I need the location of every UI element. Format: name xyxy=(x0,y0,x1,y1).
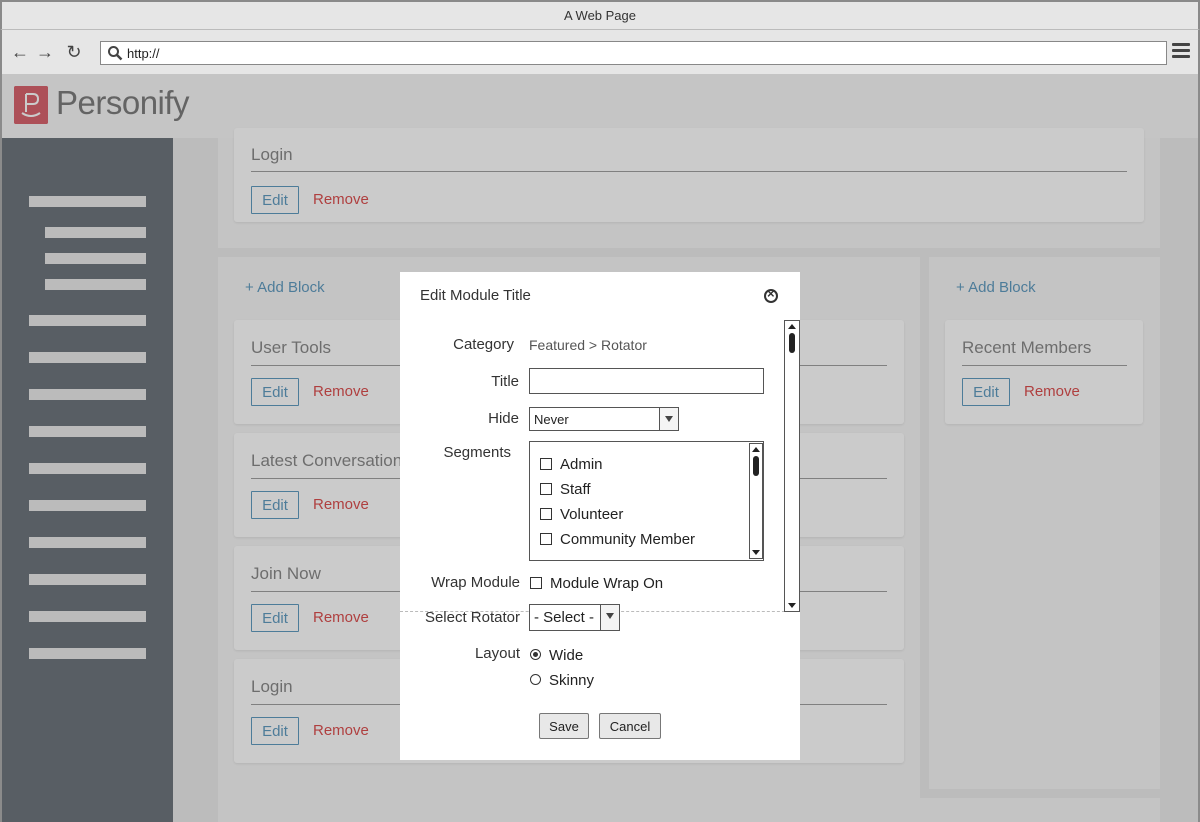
hamburger-menu-icon[interactable] xyxy=(1172,43,1190,61)
rotator-select-value: - Select - xyxy=(534,609,595,626)
browser-titlebar: A Web Page xyxy=(0,0,1200,30)
segment-option[interactable]: Admin xyxy=(540,456,603,473)
segments-scrollbar[interactable] xyxy=(749,443,763,559)
chevron-down-icon[interactable] xyxy=(600,605,619,630)
chevron-down-icon[interactable] xyxy=(659,408,678,430)
address-bar[interactable] xyxy=(100,41,1167,65)
dialog-title: Edit Module Title xyxy=(420,287,531,304)
radio-button[interactable] xyxy=(530,674,541,685)
dialog-scrollbar[interactable] xyxy=(784,320,800,612)
close-icon[interactable] xyxy=(764,286,778,303)
scroll-up-icon[interactable] xyxy=(788,324,796,329)
wrap-module-label: Wrap Module xyxy=(431,574,520,591)
layout-label: Layout xyxy=(474,645,520,662)
cancel-button[interactable]: Cancel xyxy=(599,713,661,739)
layout-option-wide[interactable]: Wide xyxy=(530,647,583,664)
rotator-select[interactable]: - Select - xyxy=(529,604,620,631)
radio-button[interactable] xyxy=(530,649,541,660)
scroll-down-icon[interactable] xyxy=(788,603,796,608)
layout-option-skinny[interactable]: Skinny xyxy=(530,672,594,689)
scroll-thumb[interactable] xyxy=(753,456,759,476)
save-button[interactable]: Save xyxy=(539,713,589,739)
checkbox[interactable] xyxy=(540,508,552,520)
back-icon[interactable]: ← xyxy=(10,42,30,62)
scroll-thumb[interactable] xyxy=(789,333,795,353)
category-label: Category xyxy=(453,336,514,353)
checkbox[interactable] xyxy=(540,458,552,470)
segments-label: Segments xyxy=(443,444,511,461)
hide-label: Hide xyxy=(488,410,519,427)
title-input[interactable] xyxy=(529,368,764,394)
window-title: A Web Page xyxy=(563,8,637,23)
forward-icon[interactable]: → xyxy=(35,42,55,62)
checkbox[interactable] xyxy=(530,577,542,589)
url-input[interactable] xyxy=(127,44,1027,62)
segment-option[interactable]: Volunteer xyxy=(540,506,623,523)
scroll-up-icon[interactable] xyxy=(752,447,760,452)
checkbox[interactable] xyxy=(540,483,552,495)
scroll-down-icon[interactable] xyxy=(752,550,760,555)
title-label: Title xyxy=(491,373,519,390)
segment-option[interactable]: Staff xyxy=(540,481,591,498)
overlay xyxy=(0,74,1200,138)
segment-option[interactable]: Community Member xyxy=(540,531,695,548)
category-value: Featured > Rotator xyxy=(529,337,647,353)
segments-list: Admin Staff Volunteer Community Member xyxy=(529,441,764,561)
checkbox[interactable] xyxy=(540,533,552,545)
reload-icon[interactable]: ↻ xyxy=(64,42,84,62)
hide-select-value: Never xyxy=(534,412,569,427)
browser-toolbar: ← → ↻ xyxy=(0,30,1200,74)
module-wrap-option[interactable]: Module Wrap On xyxy=(530,575,663,592)
select-rotator-label: Select Rotator xyxy=(424,609,520,626)
search-icon xyxy=(108,46,123,61)
hide-select[interactable]: Never xyxy=(529,407,679,431)
edit-module-dialog: Edit Module Title Category Featured > Ro… xyxy=(400,272,800,760)
